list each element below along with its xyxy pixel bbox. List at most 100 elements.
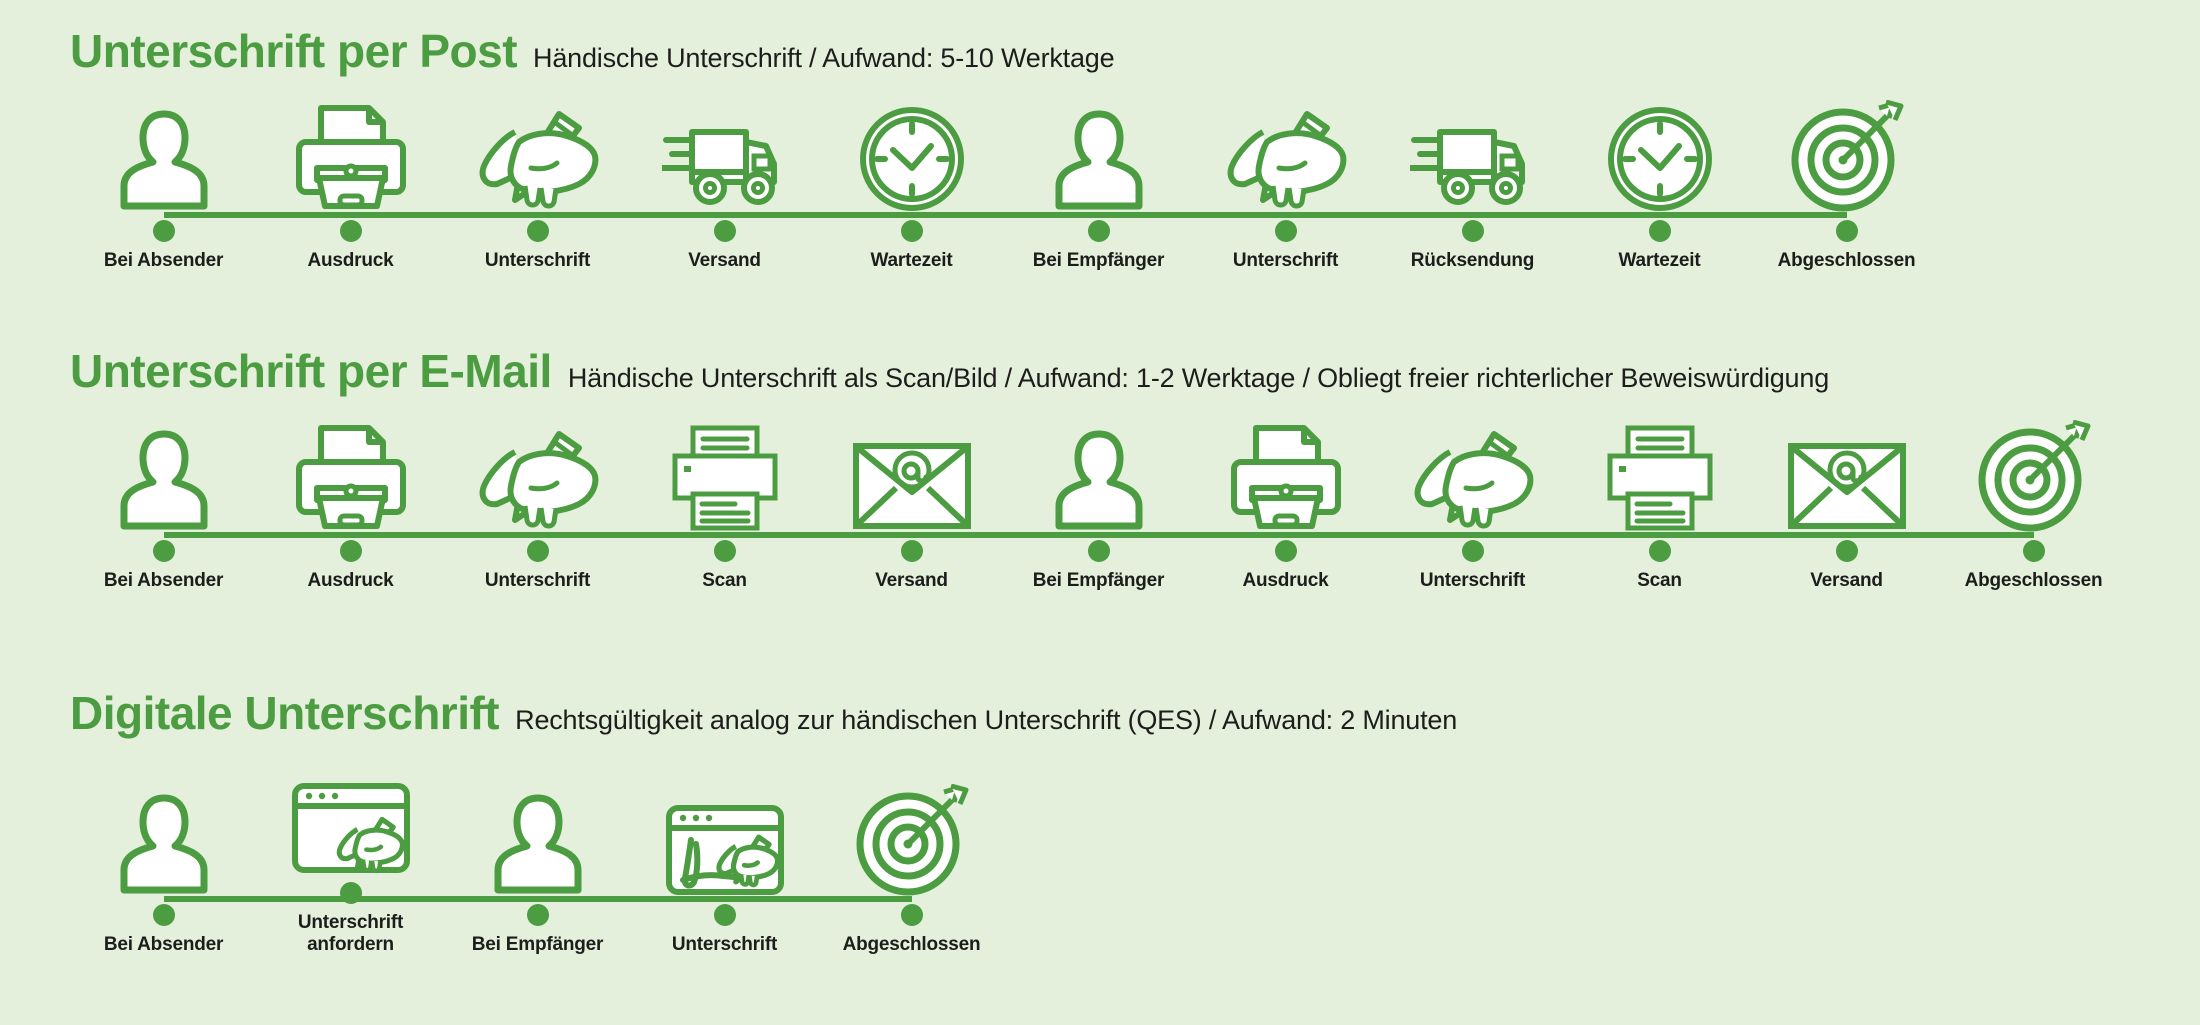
timeline-dot bbox=[1648, 220, 1671, 242]
step-label: Unterschrift bbox=[484, 250, 591, 271]
step-label: Bei Absender bbox=[103, 250, 224, 271]
target-arrow-icon bbox=[854, 783, 970, 896]
row-header: Digitale Unterschrift Rechtsgültigkeit a… bbox=[0, 690, 2200, 750]
step-label: Unterschrift bbox=[484, 570, 591, 591]
timeline-dot bbox=[526, 903, 549, 926]
step-label: Unterschrift anfordern bbox=[297, 912, 404, 955]
process-row-digital: Digitale Unterschrift Rechtsgültigkeit a… bbox=[0, 690, 2200, 956]
step-label: Bei Empfänger bbox=[1032, 570, 1165, 591]
step-label: Versand bbox=[1810, 570, 1883, 591]
timeline-dot bbox=[152, 540, 175, 562]
step-label: Unterschrift bbox=[671, 933, 778, 955]
process-step: Abgeschlossen bbox=[1753, 100, 1940, 272]
step-label: Scan bbox=[1637, 570, 1682, 591]
timeline-dot bbox=[900, 903, 923, 926]
timeline-dot bbox=[2022, 540, 2045, 562]
hand-signing-icon bbox=[1223, 102, 1349, 212]
process-step: Wartezeit bbox=[1566, 102, 1753, 272]
process-step: Bei Empfänger bbox=[1005, 102, 1192, 272]
timeline-dot bbox=[713, 220, 736, 242]
step-label: Ausdruck bbox=[307, 250, 394, 271]
target-arrow-icon bbox=[1789, 100, 1905, 212]
step-label: Bei Absender bbox=[103, 933, 224, 955]
person-icon bbox=[114, 786, 214, 896]
person-icon bbox=[1049, 102, 1149, 212]
clock-icon bbox=[1607, 102, 1713, 212]
timeline-dot bbox=[713, 903, 736, 926]
person-icon bbox=[488, 786, 588, 896]
printer-icon bbox=[291, 422, 411, 532]
timeline-dot bbox=[526, 540, 549, 562]
row-header: Unterschrift per Post Händische Untersch… bbox=[0, 28, 2200, 88]
step-label: Bei Empfänger bbox=[471, 933, 604, 955]
scanner-icon bbox=[671, 422, 779, 532]
process-step: Scan bbox=[631, 422, 818, 592]
timeline-dot bbox=[339, 882, 362, 904]
steps-strip: Bei Absender Unterschrift anfordern Bei … bbox=[0, 764, 2200, 956]
step-label: Ausdruck bbox=[307, 570, 394, 591]
row-title: Digitale Unterschrift bbox=[70, 687, 500, 739]
process-step: Unterschrift bbox=[444, 422, 631, 592]
printer-icon bbox=[291, 102, 411, 212]
steps-strip: Bei Absender Ausdruck Unterschrift bbox=[0, 100, 2200, 272]
steps-inner: Bei Absender Ausdruck Unterschrift bbox=[70, 100, 2200, 272]
steps-inner: Bei Absender Ausdruck Unterschrift bbox=[70, 420, 2200, 592]
browser-signature-icon bbox=[665, 786, 785, 896]
timeline-dot bbox=[900, 540, 923, 562]
process-step: Wartezeit bbox=[818, 102, 1005, 272]
process-step: Versand bbox=[818, 422, 1005, 592]
process-step: Rücksendung bbox=[1379, 102, 1566, 272]
step-label: Wartezeit bbox=[870, 250, 953, 271]
process-step: Versand bbox=[631, 102, 818, 272]
process-row-email: Unterschrift per E-Mail Händische Unters… bbox=[0, 348, 2200, 592]
infographic-root: Unterschrift per Post Händische Untersch… bbox=[0, 0, 2200, 1025]
step-label: Abgeschlossen bbox=[842, 933, 981, 955]
timeline-dot bbox=[713, 540, 736, 562]
row-title: Unterschrift per Post bbox=[70, 25, 518, 77]
timeline-dot bbox=[1648, 540, 1671, 562]
step-label: Ausdruck bbox=[1242, 570, 1329, 591]
timeline-dot bbox=[1835, 220, 1858, 242]
person-icon bbox=[114, 422, 214, 532]
hand-signing-icon bbox=[475, 102, 601, 212]
process-step: Bei Empfänger bbox=[1005, 422, 1192, 592]
row-title: Unterschrift per E-Mail bbox=[70, 345, 552, 397]
process-step: Bei Absender bbox=[70, 102, 257, 272]
delivery-truck-icon bbox=[1409, 102, 1536, 212]
process-step: Unterschrift bbox=[1379, 422, 1566, 592]
clock-icon bbox=[859, 102, 965, 212]
step-label: Unterschrift bbox=[1232, 250, 1339, 271]
timeline-dot bbox=[900, 220, 923, 242]
timeline-dot bbox=[526, 220, 549, 242]
timeline-dot bbox=[1461, 540, 1484, 562]
process-row-post: Unterschrift per Post Händische Untersch… bbox=[0, 28, 2200, 272]
hand-signing-icon bbox=[475, 422, 601, 532]
process-step: Unterschrift bbox=[631, 786, 818, 956]
step-label: Abgeschlossen bbox=[1964, 570, 2103, 591]
timeline-dot bbox=[152, 220, 175, 242]
row-header: Unterschrift per E-Mail Händische Unters… bbox=[0, 348, 2200, 408]
process-step: Abgeschlossen bbox=[1940, 420, 2127, 592]
timeline-dot bbox=[1087, 220, 1110, 242]
timeline-dot bbox=[1461, 220, 1484, 242]
delivery-truck-icon bbox=[661, 102, 788, 212]
timeline-dot bbox=[339, 220, 362, 242]
process-step: Ausdruck bbox=[1192, 422, 1379, 592]
printer-icon bbox=[1226, 422, 1346, 532]
step-label: Versand bbox=[875, 570, 948, 591]
step-label: Bei Absender bbox=[103, 570, 224, 591]
step-label: Scan bbox=[702, 570, 747, 591]
step-label: Unterschrift bbox=[1419, 570, 1526, 591]
process-step: Ausdruck bbox=[257, 422, 444, 592]
timeline-dot bbox=[339, 540, 362, 562]
step-label: Bei Empfänger bbox=[1032, 250, 1165, 271]
process-step: Unterschrift bbox=[444, 102, 631, 272]
person-icon bbox=[1049, 422, 1149, 532]
timeline-dot bbox=[1274, 220, 1297, 242]
row-subtitle: Händische Unterschrift / Aufwand: 5-10 W… bbox=[533, 43, 1115, 73]
timeline-dot bbox=[1274, 540, 1297, 562]
process-step: Unterschrift anfordern bbox=[257, 764, 444, 956]
hand-signing-icon bbox=[1410, 422, 1536, 532]
step-label: Versand bbox=[688, 250, 761, 271]
step-label: Wartezeit bbox=[1618, 250, 1701, 271]
